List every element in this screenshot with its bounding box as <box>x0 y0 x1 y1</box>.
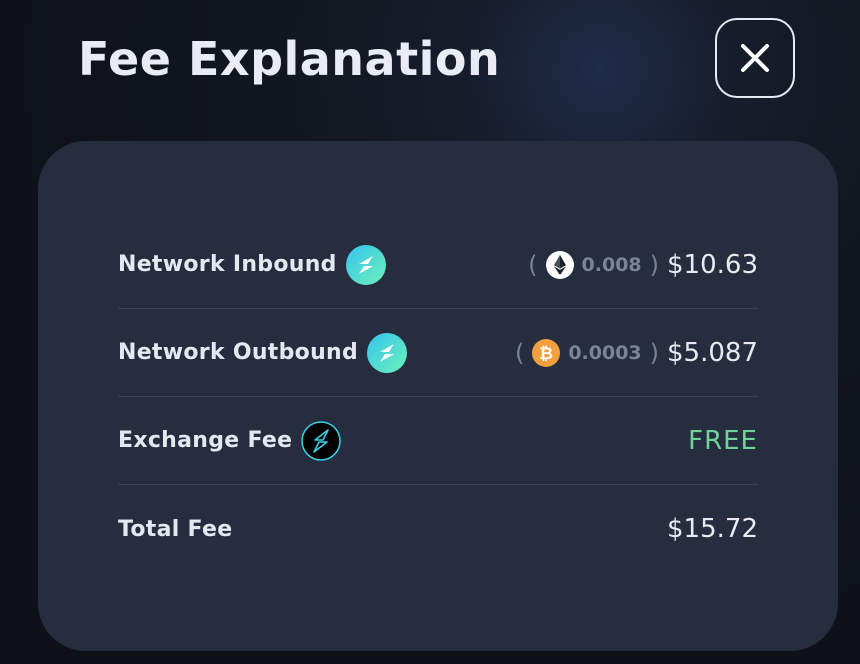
exchange-bolt-icon <box>301 420 342 461</box>
paren-open: ( <box>514 338 525 367</box>
crypto-amount-container: ( ₿ 0.0003 ) <box>514 338 660 367</box>
fee-row-total-fee: Total Fee $15.72 <box>118 485 758 573</box>
ethereum-icon <box>545 250 574 279</box>
fee-list: Network Inbound (0.008) $10.63 Network… <box>118 221 758 573</box>
fee-label: Network Inbound <box>118 252 337 277</box>
crypto-amount: 0.0003 <box>568 341 642 364</box>
usd-amount: $10.63 <box>667 249 758 280</box>
usd-amount: $5.087 <box>667 337 758 368</box>
close-button[interactable] <box>715 18 795 98</box>
fee-label-container: Total Fee <box>118 517 232 542</box>
fee-value-container: ( ₿ 0.0003 ) $5.087 <box>515 338 758 368</box>
fee-label-container: Exchange Fee <box>118 420 342 461</box>
fee-value-container: FREE <box>688 426 758 456</box>
fee-label: Exchange Fee <box>118 428 293 453</box>
fee-label: Total Fee <box>118 516 233 542</box>
fee-label-container: Network Inbound <box>118 244 386 285</box>
fee-row-exchange-fee: Exchange Fee FREE <box>118 397 758 485</box>
fee-label-container: Network Outbound <box>118 332 408 373</box>
paren-close: ) <box>649 250 660 279</box>
total-fee-amount: $15.72 <box>667 514 758 544</box>
close-icon <box>739 42 771 74</box>
fee-value-container: ( 0.008 ) $10.63 <box>528 250 758 280</box>
fee-label: Network Outbound <box>118 340 359 365</box>
paren-open: ( <box>528 250 538 279</box>
fee-row-network-outbound: Network Outbound (₿ 0.0003) $5.087 <box>118 309 758 397</box>
crypto-amount-container: ( 0.008 ) <box>528 250 660 279</box>
thorchain-icon <box>345 244 386 285</box>
fee-row-network-inbound: Network Inbound (0.008) $10.63 <box>118 221 758 309</box>
fee-value-container: $15.72 <box>667 514 758 544</box>
bitcoin-icon: ₿ <box>532 338 561 367</box>
paren-close: ) <box>649 338 660 367</box>
page-title: Fee Explanation <box>78 32 501 86</box>
free-badge: FREE <box>688 425 758 456</box>
fee-card: Network Inbound (0.008) $10.63 Network… <box>38 141 838 651</box>
svg-text:₿: ₿ <box>539 344 553 364</box>
thorchain-icon <box>367 332 408 373</box>
crypto-amount: 0.008 <box>581 253 642 276</box>
